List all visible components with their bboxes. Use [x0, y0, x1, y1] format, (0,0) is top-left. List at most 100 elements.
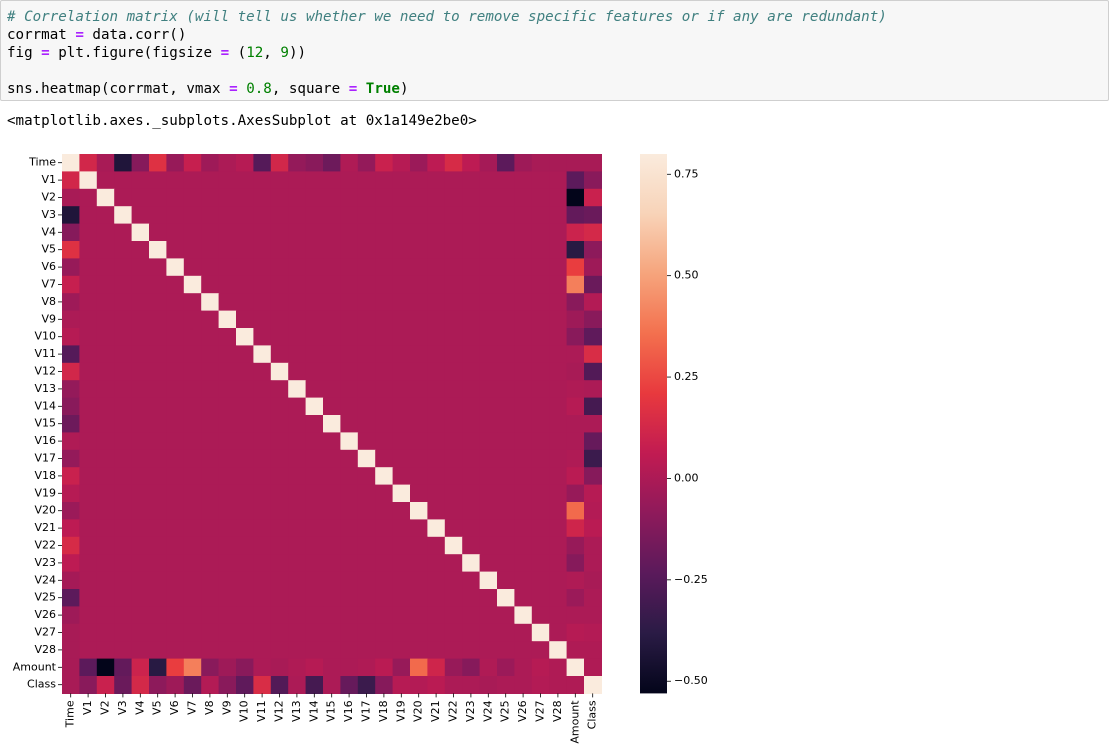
heatmap-cell	[427, 397, 446, 416]
heatmap-cell	[340, 328, 359, 346]
heatmap-cell	[79, 154, 98, 172]
y-tick-label: V2	[41, 191, 56, 204]
heatmap-cell	[427, 432, 446, 451]
heatmap-cell	[79, 345, 98, 364]
heatmap-cell	[584, 554, 602, 573]
y-tick-label: Class	[27, 678, 56, 691]
code-line[interactable]: fig = plt.figure(figsize = (12, 9))	[7, 44, 306, 62]
heatmap-cell	[253, 623, 272, 642]
heatmap-cell	[549, 223, 568, 242]
heatmap-cell	[549, 188, 568, 207]
heatmap-cell	[305, 676, 324, 694]
heatmap-cell	[497, 328, 515, 346]
heatmap-cell	[96, 432, 115, 451]
heatmap-cell	[566, 258, 585, 277]
heatmap-cell	[201, 519, 220, 538]
heatmap-cell	[566, 658, 585, 677]
heatmap-cell	[323, 484, 341, 503]
heatmap-cell	[514, 467, 533, 486]
heatmap-cell	[531, 258, 550, 277]
heatmap-cell	[183, 449, 202, 468]
heatmap-cell	[549, 571, 568, 590]
code-line[interactable]: corrmat = data.corr()	[7, 26, 186, 44]
heatmap-cell	[514, 223, 533, 242]
heatmap-cell	[497, 589, 515, 607]
heatmap-cell	[497, 519, 515, 538]
code-line[interactable]: sns.heatmap(corrmat, vmax = 0.8, square …	[7, 80, 409, 98]
x-tick-label: V27	[534, 700, 547, 722]
heatmap-cell	[497, 415, 515, 433]
heatmap-cell	[584, 467, 602, 486]
heatmap-cell	[218, 432, 237, 451]
heatmap-cell	[288, 362, 307, 381]
heatmap-cell	[236, 188, 254, 207]
heatmap-cell	[462, 154, 481, 172]
heatmap-cell	[62, 554, 80, 573]
heatmap-cell	[375, 502, 394, 520]
heatmap-cell	[410, 171, 428, 190]
heatmap-cell	[462, 415, 481, 433]
heatmap-cell	[584, 206, 602, 225]
heatmap-cell	[166, 345, 185, 364]
heatmap-cell	[531, 484, 550, 503]
heatmap-cell	[96, 171, 115, 190]
heatmap-cell	[253, 188, 272, 207]
heatmap-cell	[62, 345, 80, 364]
heatmap-cell	[288, 606, 307, 625]
code-line[interactable]: # Correlation matrix (will tell us wheth…	[7, 8, 887, 26]
heatmap-cell	[584, 623, 602, 642]
heatmap-cell	[357, 293, 376, 312]
heatmap-cell	[375, 258, 394, 277]
heatmap-cell	[183, 676, 202, 694]
heatmap-cell	[114, 449, 133, 468]
heatmap-cell	[444, 658, 463, 677]
heatmap-cell	[410, 676, 428, 694]
heatmap-cell	[183, 484, 202, 503]
heatmap-cell	[340, 223, 359, 242]
heatmap-cell	[79, 258, 98, 277]
heatmap-cell	[497, 310, 515, 329]
heatmap-cell	[584, 449, 602, 468]
heatmap-cell	[131, 310, 150, 329]
heatmap-cell	[305, 188, 324, 207]
heatmap-cell	[444, 171, 463, 190]
y-tick-label: Time	[28, 156, 56, 169]
heatmap-cell	[149, 154, 167, 172]
heatmap-cell	[149, 415, 167, 433]
y-tick-label: V5	[41, 243, 56, 256]
heatmap-cell	[183, 258, 202, 277]
heatmap-cell	[288, 380, 307, 399]
heatmap-cell	[218, 223, 237, 242]
heatmap-cell	[427, 658, 446, 677]
heatmap-cell	[114, 658, 133, 677]
heatmap-cell	[270, 676, 289, 694]
y-tick-label: V19	[34, 486, 56, 499]
heatmap-cell	[549, 241, 568, 259]
heatmap-cell	[270, 554, 289, 573]
heatmap-cell	[96, 241, 115, 259]
heatmap-cell	[392, 623, 411, 642]
heatmap-cell	[183, 606, 202, 625]
heatmap-cell	[340, 275, 359, 294]
heatmap-cell	[62, 641, 80, 660]
heatmap-cell	[270, 223, 289, 242]
heatmap-cell	[444, 380, 463, 399]
heatmap-cell	[218, 275, 237, 294]
heatmap-cell	[288, 171, 307, 190]
heatmap-cell	[514, 241, 533, 259]
heatmap-cell	[96, 641, 115, 660]
heatmap-cell	[514, 554, 533, 573]
colorbar-tick-label: −0.50	[674, 674, 708, 687]
heatmap-cell	[323, 536, 341, 555]
heatmap-cell	[427, 589, 446, 607]
heatmap-cell	[479, 223, 498, 242]
heatmap-cell	[131, 432, 150, 451]
heatmap-cell	[236, 641, 254, 660]
heatmap-cell	[305, 554, 324, 573]
heatmap-cell	[514, 606, 533, 625]
heatmap-cell	[392, 188, 411, 207]
heatmap-cell	[183, 310, 202, 329]
heatmap-cell	[392, 397, 411, 416]
heatmap-cell	[375, 554, 394, 573]
heatmap-cell	[566, 380, 585, 399]
